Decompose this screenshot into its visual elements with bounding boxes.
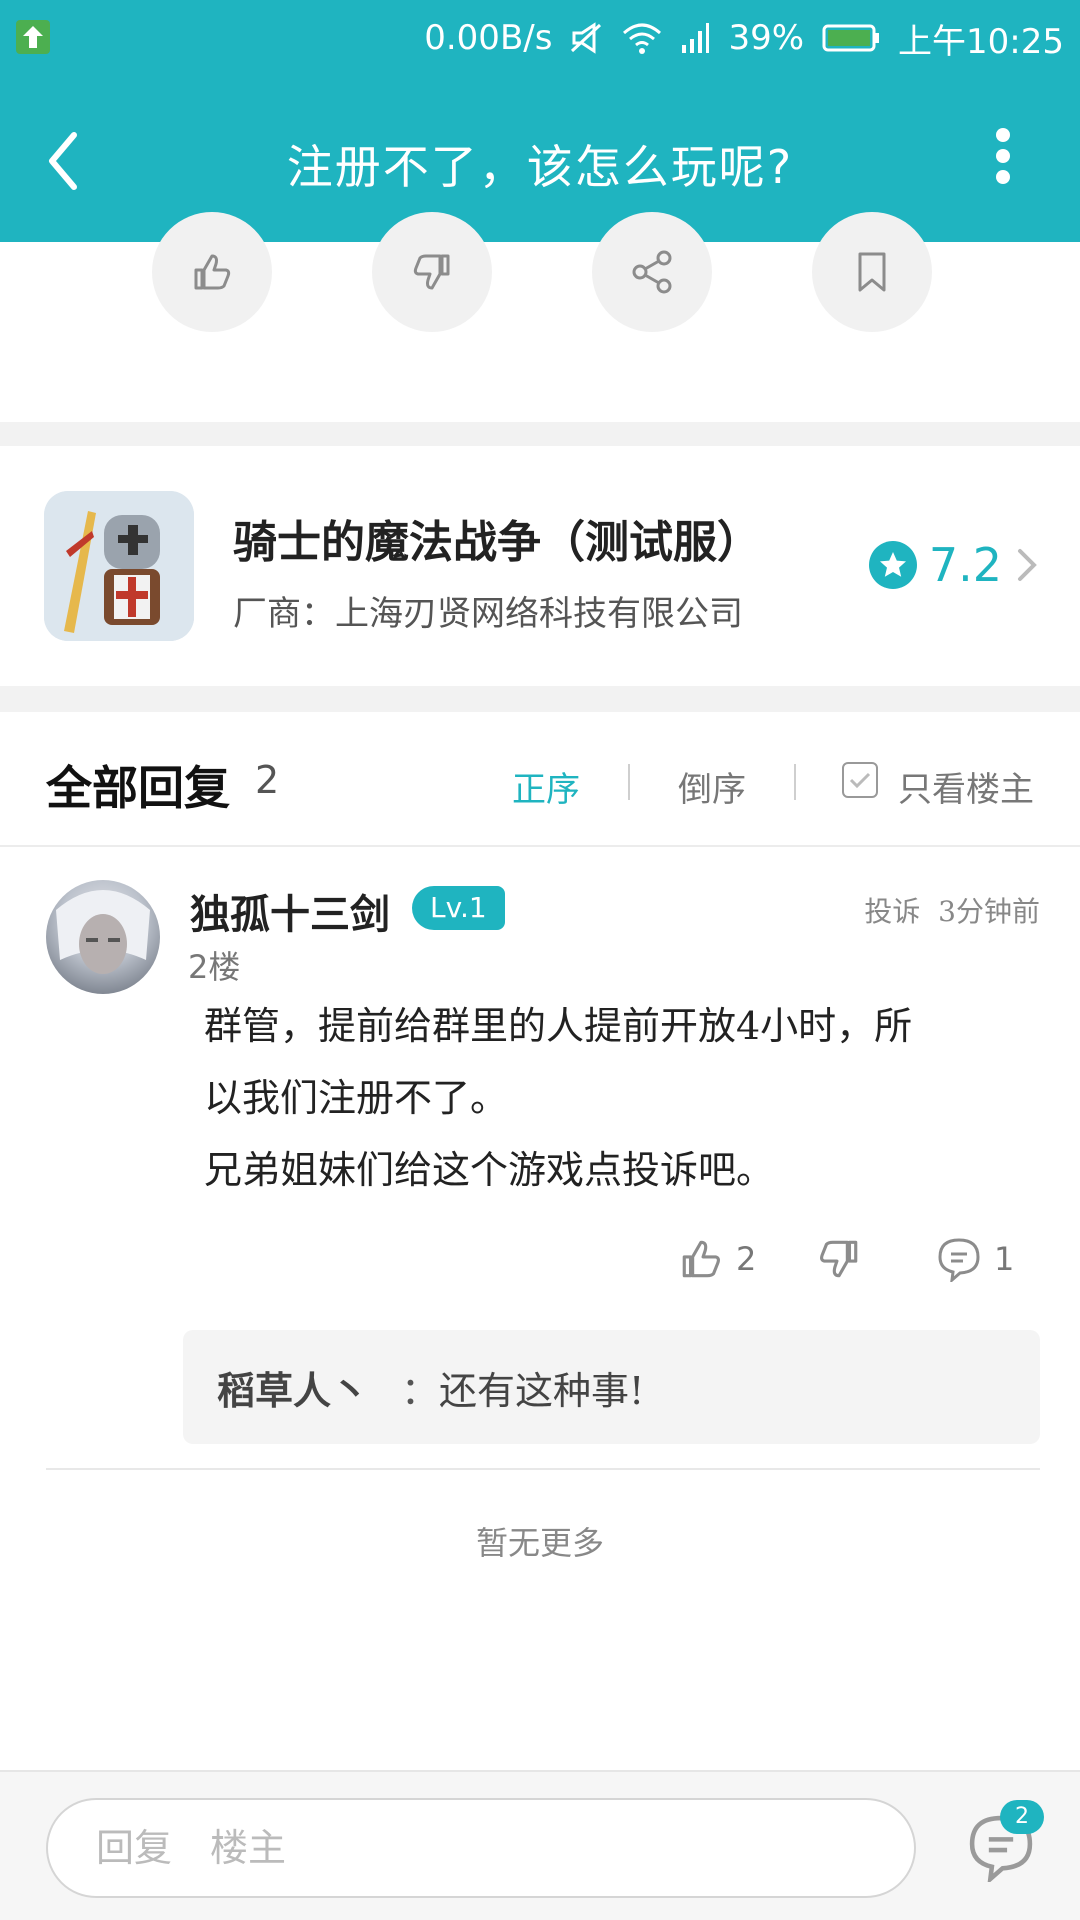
thumb-up-icon (194, 254, 231, 290)
sub-reply[interactable]: 稻草人丶 ： 还有这种事! (183, 1330, 1040, 1444)
section-divider (0, 686, 1080, 712)
status-right: 0.00B/s 39% 上午10:25 (424, 16, 1064, 62)
divider (794, 764, 796, 800)
thumb-down-icon (820, 1240, 858, 1278)
reply-like-button[interactable]: 2 (678, 1236, 756, 1282)
dislike-button[interactable] (372, 212, 492, 332)
thumb-up-icon (682, 1240, 720, 1278)
reply-content-line: 兄弟姐妹们给这个游戏点投诉吧。 (204, 1148, 775, 1192)
mute-icon (570, 21, 604, 55)
username[interactable]: 独孤十三剑 (190, 882, 390, 940)
comment-icon (938, 1238, 980, 1282)
bottom-bar: 回复 楼主 2 (0, 1770, 1080, 1920)
divider (46, 1468, 1040, 1470)
sub-reply-text: 还有这种事! (439, 1369, 645, 1413)
thumb-down-icon (413, 254, 450, 290)
like-count: 2 (736, 1240, 757, 1278)
reply-dislike-button[interactable] (816, 1236, 862, 1282)
avatar[interactable] (46, 880, 160, 994)
comment-count-badge: 2 (1000, 1800, 1044, 1834)
reply-time: 3分钟前 (938, 895, 1040, 928)
reply-content-line: 群管，提前给群里的人提前开放4小时，所 (204, 1004, 913, 1048)
no-more-text: 暂无更多 (475, 1524, 604, 1562)
sort-ascending-tab[interactable]: 正序 (512, 762, 580, 811)
report-link[interactable]: 投诉 (864, 895, 920, 928)
level-badge: Lv.1 (412, 886, 505, 930)
sub-reply-separator: ： (401, 1369, 440, 1413)
clock: 上午10:25 (898, 21, 1064, 62)
share-button[interactable] (592, 212, 712, 332)
divider (628, 764, 630, 800)
floor-number: 2楼 (188, 948, 241, 986)
only-op-checkbox[interactable] (842, 762, 878, 798)
sub-reply-user[interactable]: 稻草人丶 (217, 1360, 369, 1415)
bookmark-button[interactable] (812, 212, 932, 332)
star-icon (868, 541, 917, 589)
upload-notification-icon (16, 20, 50, 54)
battery-percent: 39% (728, 18, 805, 58)
comment-count: 1 (994, 1240, 1015, 1278)
rating-value: 7.2 (928, 538, 1002, 592)
game-icon (44, 491, 194, 641)
reply-content-line: 以我们注册不了。 (204, 1076, 509, 1120)
signal-icon (680, 21, 710, 55)
post-actions (0, 212, 1080, 422)
network-speed: 0.00B/s (424, 18, 553, 58)
game-name: 骑士的魔法战争（测试服） (233, 517, 761, 568)
sort-descending-tab[interactable]: 倒序 (678, 762, 746, 811)
game-rating[interactable]: 7.2 (868, 538, 1040, 592)
reply-comment-button[interactable]: 1 (936, 1236, 1014, 1282)
replies-header: 全部回复 2 正序 倒序 只看楼主 (0, 712, 1080, 847)
replies-count: 2 (255, 758, 280, 802)
status-bar: 0.00B/s 39% 上午10:25 (0, 0, 1080, 76)
share-icon (632, 250, 672, 294)
reply-content: 群管，提前给群里的人提前开放4小时，所 以我们注册不了。 兄弟姐妹们给这个游戏点… (204, 990, 1004, 1206)
wifi-icon (622, 21, 662, 55)
back-button[interactable] (40, 121, 90, 201)
battery-icon (822, 23, 880, 53)
reply-meta: 投诉 3分钟前 (864, 890, 1040, 930)
bookmark-icon (858, 252, 886, 292)
like-button[interactable] (152, 212, 272, 332)
page-title: 注册不了，该怎么玩呢? (286, 140, 794, 194)
game-card[interactable]: 骑士的魔法战争（测试服） 厂商：上海刃贤网络科技有限公司 7.2 (0, 446, 1080, 686)
section-divider (0, 422, 1080, 446)
game-vendor: 厂商：上海刃贤网络科技有限公司 (233, 594, 743, 634)
reply-input[interactable]: 回复 楼主 (46, 1798, 916, 1898)
chevron-right-icon (1018, 549, 1037, 581)
app-bar: 注册不了，该怎么玩呢? (0, 76, 1080, 242)
checkmark-icon (849, 772, 871, 789)
replies-title: 全部回复 (46, 761, 230, 815)
more-menu-button[interactable] (996, 128, 1012, 184)
only-op-label[interactable]: 只看楼主 (898, 762, 1034, 811)
